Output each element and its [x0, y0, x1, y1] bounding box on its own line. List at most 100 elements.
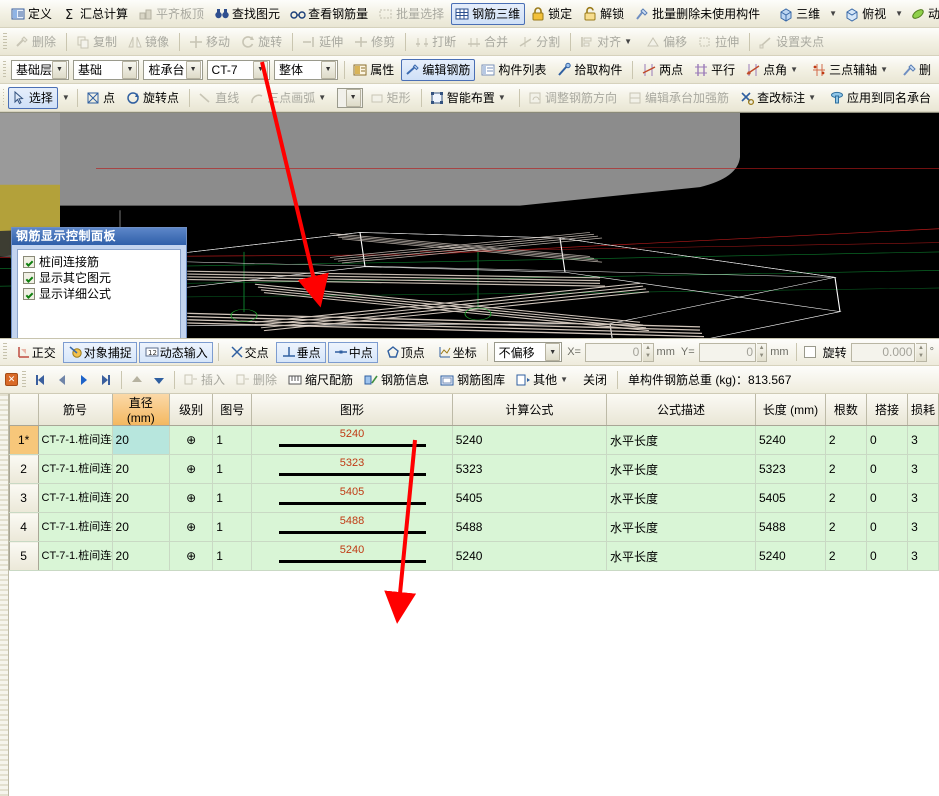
- cell-lap[interactable]: 0: [866, 541, 909, 571]
- point-tool-button[interactable]: 点: [82, 87, 120, 109]
- cell-length[interactable]: 5405: [755, 483, 826, 513]
- cell-length[interactable]: 5240: [755, 541, 826, 571]
- cell-fig000ure-no[interactable]: 1: [212, 541, 253, 571]
- component-name-combo-arrow[interactable]: ▼: [253, 60, 269, 79]
- category-combo-arrow[interactable]: ▼: [122, 60, 138, 79]
- chevron-down-icon-annot[interactable]: ▼: [805, 93, 819, 102]
- move-up-button[interactable]: [127, 370, 147, 390]
- snap-perpendicular-toggle[interactable]: 垂点: [275, 341, 326, 363]
- row-index[interactable]: 4: [9, 512, 39, 542]
- cell-shape[interactable]: 5488: [251, 512, 453, 542]
- dynamic-input-toggle[interactable]: 12 动态输入: [138, 341, 213, 363]
- rebar-library-button[interactable]: 钢筋图库: [436, 369, 510, 391]
- col-header-count[interactable]: 根数: [825, 394, 867, 426]
- chevron-down-icon-point-angle[interactable]: ▼: [787, 65, 801, 74]
- rotate-point-tool-button[interactable]: 旋转点: [122, 87, 184, 109]
- property-button[interactable]: 属性: [349, 59, 399, 81]
- cell-loss[interactable]: 3: [907, 425, 939, 455]
- cell-count[interactable]: 2: [825, 425, 867, 455]
- show-detailed-formula-checkbox[interactable]: [23, 287, 35, 300]
- cell-rebar-name[interactable]: CT-7-1.桩间连接筋1.1: [38, 425, 113, 455]
- snap-bar-grip[interactable]: [3, 343, 7, 361]
- row-index[interactable]: 3: [9, 483, 39, 513]
- first-record-button[interactable]: [30, 370, 50, 390]
- cell-diameter[interactable]: 20: [112, 512, 171, 542]
- two-point-axis-button[interactable]: 两点: [638, 59, 688, 81]
- rotate-enable-checkbox[interactable]: [804, 346, 816, 358]
- table-row[interactable]: 3 CT-7-1.桩间连接筋1.3 20 ⊕ 1 5405 5405 水平长度 …: [0, 483, 939, 513]
- chevron-down-icon-2[interactable]: ▼: [892, 9, 906, 18]
- cell-lap[interactable]: 0: [866, 454, 909, 484]
- cell-length[interactable]: 5240: [755, 425, 826, 455]
- col-header-name[interactable]: 筋号: [38, 394, 113, 426]
- cell-diameter[interactable]: 20: [112, 425, 171, 455]
- cell-lap[interactable]: 0: [866, 425, 909, 455]
- toolbar-define-button[interactable]: 定义: [7, 3, 57, 25]
- show-other-elements-checkbox[interactable]: [23, 271, 35, 284]
- table-row[interactable]: 5 CT-7-1.桩间连接筋2.1 20 ⊕ 1 5240 5240 水平长度 …: [0, 541, 939, 571]
- snap-coordinate-toggle[interactable]: 坐标: [432, 342, 482, 363]
- table-row[interactable]: 2 CT-7-1.桩间连接筋1.2 20 ⊕ 1 5323 5323 水平长度 …: [0, 454, 939, 484]
- cell-shape[interactable]: 5240: [251, 541, 453, 571]
- col-header-loss[interactable]: 损耗: [907, 394, 939, 426]
- delete-axis-button[interactable]: 删: [898, 59, 936, 81]
- point-angle-axis-button[interactable]: 点角 ▼: [742, 59, 806, 81]
- cell-loss[interactable]: 3: [907, 512, 939, 542]
- cell-description[interactable]: 水平长度: [606, 425, 756, 455]
- rotate-spinner[interactable]: ▲ ▼: [916, 342, 927, 362]
- cell-shape[interactable]: 5323: [251, 454, 453, 484]
- component-type-combo-arrow[interactable]: ▼: [185, 60, 201, 79]
- rotate-input[interactable]: 0.000: [850, 342, 916, 362]
- smart-layout-button[interactable]: 智能布置 ▼: [426, 87, 514, 109]
- cell-description[interactable]: 水平长度: [606, 541, 756, 571]
- cell-length[interactable]: 5488: [755, 512, 826, 542]
- row-index[interactable]: 5: [9, 541, 39, 571]
- toolbar-unlock-button[interactable]: 解锁: [579, 3, 629, 25]
- chevron-down-icon-other[interactable]: ▼: [557, 375, 571, 384]
- cell-rebar-name[interactable]: CT-7-1.桩间连接筋1.2: [38, 454, 113, 484]
- cell-loss[interactable]: 3: [907, 483, 939, 513]
- x-coordinate-input[interactable]: 0: [584, 342, 643, 362]
- y-coordinate-input[interactable]: 0: [698, 342, 756, 362]
- col-header-figure-no[interactable]: 图号: [212, 394, 253, 426]
- edit-toolbar-grip[interactable]: [3, 32, 7, 51]
- cell-grade[interactable]: ⊕: [169, 454, 214, 484]
- checkbox-row-show-detailed-formula[interactable]: 显示详细公式: [23, 286, 175, 301]
- chevron-down-icon-smart[interactable]: ▼: [495, 93, 509, 102]
- chevron-down-icon-select[interactable]: ▼: [59, 93, 73, 102]
- cell-diameter[interactable]: 20: [112, 541, 171, 571]
- ortho-toggle[interactable]: 正交: [11, 342, 61, 363]
- cell-loss[interactable]: 3: [907, 541, 939, 571]
- category-combo[interactable]: 基础 ▼: [72, 59, 140, 80]
- toolbar-rebar-3d-button[interactable]: 钢筋三维: [451, 2, 526, 25]
- cell-grade[interactable]: ⊕: [169, 483, 214, 513]
- select-tool-button[interactable]: 选择: [7, 86, 58, 109]
- cell-count[interactable]: 2: [825, 454, 867, 484]
- cell-formula[interactable]: 5323: [452, 454, 607, 484]
- col-header-diameter[interactable]: 直径 (mm): [112, 394, 171, 426]
- cell-formula[interactable]: 5240: [452, 541, 607, 571]
- close-rebar-panel-icon[interactable]: ✕: [5, 373, 18, 386]
- cell-count[interactable]: 2: [825, 512, 867, 542]
- col-header-grade[interactable]: 级别: [169, 394, 214, 426]
- cell-formula[interactable]: 5240: [452, 425, 607, 455]
- layer-combo[interactable]: 基础层 ▼: [10, 59, 69, 80]
- 3d-viewport[interactable]: 钢筋显示控制面板 桩间连接筋 显示其它图元 显示详细公式 a-1 3000 15…: [0, 112, 939, 338]
- toolbar-3d-view-button[interactable]: 三维: [775, 3, 825, 25]
- toolbar-summary-calc-button[interactable]: Σ 汇总计算: [59, 3, 133, 25]
- offset-mode-arrow[interactable]: ▼: [545, 343, 561, 361]
- snap-vertex-toggle[interactable]: 顶点: [380, 342, 430, 363]
- cell-grade[interactable]: ⊕: [169, 512, 214, 542]
- cell-count[interactable]: 2: [825, 483, 867, 513]
- y-coordinate-spinner[interactable]: ▲ ▼: [757, 342, 768, 362]
- col-header-shape[interactable]: 图形: [251, 394, 453, 426]
- cell-shape[interactable]: 5240: [251, 425, 453, 455]
- pile-connection-checkbox[interactable]: [23, 255, 35, 268]
- close-button[interactable]: 关闭: [578, 369, 612, 391]
- rebar-info-button[interactable]: 钢筋信息: [360, 369, 434, 391]
- col-header-length[interactable]: 长度 (mm): [755, 394, 826, 426]
- snap-midpoint-toggle[interactable]: 中点: [327, 341, 378, 363]
- cell-lap[interactable]: 0: [866, 483, 909, 513]
- cell-figure-no[interactable]: 1: [212, 454, 253, 484]
- checkbox-row-show-other-elements[interactable]: 显示其它图元: [23, 270, 175, 285]
